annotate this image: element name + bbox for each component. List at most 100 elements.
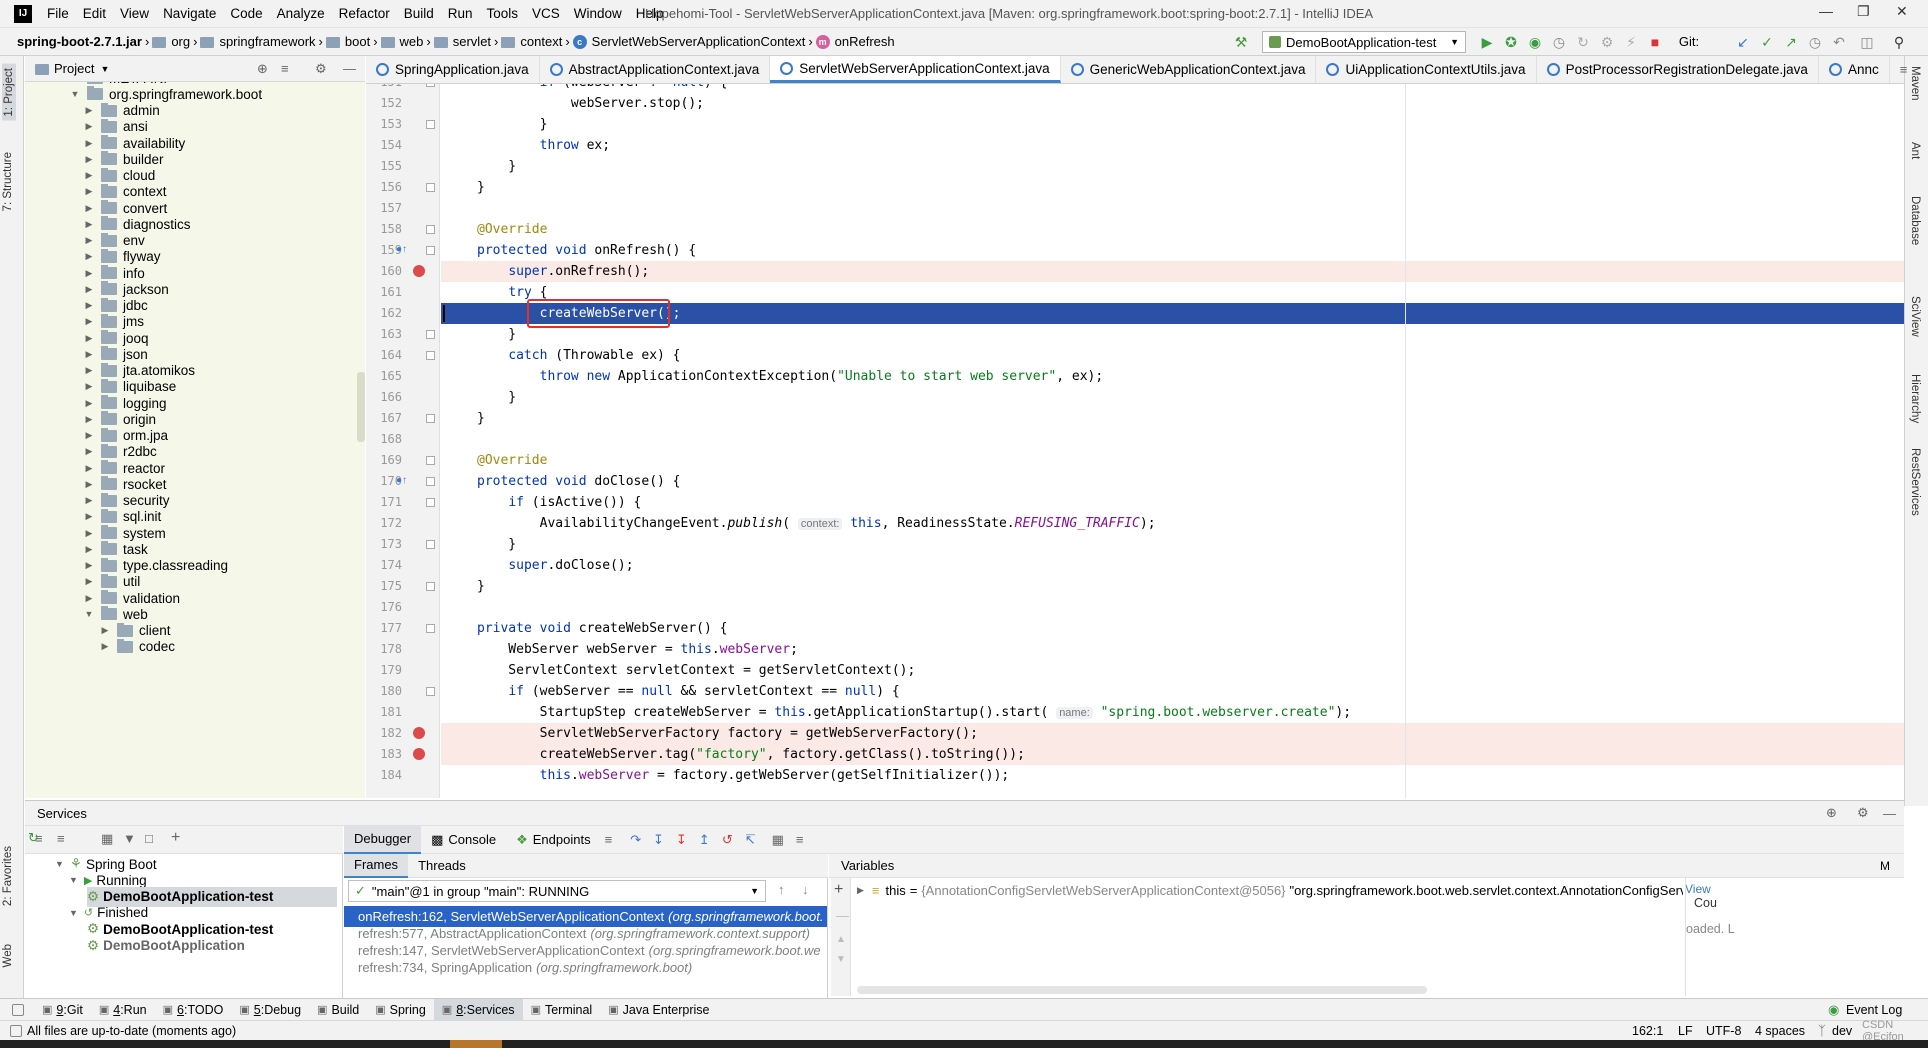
code-line[interactable]: } (441, 114, 1904, 135)
chevron-right-icon[interactable]: ▶ (83, 105, 95, 116)
code-line[interactable]: if (webServer == null && servletContext … (441, 681, 1904, 702)
code-line[interactable]: protected void onRefresh() { (441, 240, 1904, 261)
menu-item-file[interactable]: File (40, 6, 76, 21)
fold-marker-icon[interactable] (426, 414, 435, 423)
gear-icon[interactable]: ⚙ (1857, 805, 1869, 821)
fold-marker-icon[interactable] (426, 330, 435, 339)
chevron-right-icon[interactable]: ▶ (83, 333, 95, 344)
code-line[interactable]: StartupStep createWebServer = this.getAp… (441, 702, 1904, 723)
chevron-right-icon[interactable]: ▶ (83, 170, 95, 181)
editor-tab[interactable]: Annc (1819, 56, 1890, 83)
chevron-right-icon[interactable]: ▶ (83, 544, 95, 555)
fold-marker-icon[interactable] (426, 120, 435, 129)
cursor-position[interactable]: 162:1 (1632, 1024, 1663, 1038)
menu-item-refactor[interactable]: Refactor (332, 6, 397, 21)
breadcrumb-item[interactable]: m onRefresh (813, 34, 898, 49)
code-line[interactable]: if (webServer != null) { (441, 84, 1904, 93)
tab-frames[interactable]: Frames (344, 853, 409, 878)
project-tree-item[interactable]: ▶ codec (99, 637, 175, 657)
event-log-button[interactable]: Event Log (1846, 1003, 1902, 1017)
menu-item-analyze[interactable]: Analyze (270, 6, 332, 21)
git-update-icon[interactable]: ↙ (1734, 33, 1752, 51)
code-line[interactable]: ServletContext servletContext = getServl… (441, 660, 1904, 681)
toggle-tool-windows-icon[interactable] (12, 1003, 24, 1016)
git-push-icon[interactable]: ↗ (1782, 33, 1800, 51)
breadcrumb-item[interactable]: boot (323, 34, 373, 49)
filter-icon[interactable]: ▼ (123, 831, 136, 846)
database-vertical-tab[interactable]: Database (1909, 196, 1921, 245)
profile-icon[interactable]: ◷ (1550, 33, 1568, 51)
group-icon[interactable]: ▦ (101, 831, 113, 847)
chevron-right-icon[interactable]: ▶ (83, 560, 95, 571)
restservices-vertical-tab[interactable]: RestServices (1909, 448, 1921, 516)
code-editor[interactable]: if (webServer != null) { webServer.stop(… (441, 84, 1904, 798)
breadcrumb-item[interactable]: org (149, 34, 193, 49)
code-line[interactable]: throw ex; (441, 135, 1904, 156)
editor-tab[interactable]: SpringApplication.java (366, 56, 540, 83)
chevron-right-icon[interactable]: ▶ (83, 495, 95, 506)
tool-window-services[interactable]: ▣ 8: Services (433, 998, 523, 1021)
indent[interactable]: 4 spaces (1755, 1024, 1805, 1038)
breadcrumb-item[interactable]: servlet (431, 34, 494, 49)
code-line[interactable] (441, 429, 1904, 450)
chevron-right-icon[interactable]: ▶ (83, 251, 95, 262)
tool-window-build[interactable]: ▣ Build (309, 999, 367, 1021)
chevron-down-icon[interactable]: ▼ (69, 89, 81, 99)
status-icon[interactable] (10, 1024, 22, 1037)
force-step-into-icon[interactable]: ↧ (676, 832, 687, 848)
build-hammer-icon[interactable]: ⚒ (1232, 33, 1250, 51)
chevron-right-icon[interactable]: ▶ (83, 398, 95, 409)
menu-item-code[interactable]: Code (223, 6, 269, 21)
editor-tab[interactable]: PostProcessorRegistrationDelegate.java (1537, 56, 1819, 83)
menu-item-run[interactable]: Run (441, 6, 480, 21)
hotswap-icon[interactable]: ⚡ (1622, 33, 1640, 51)
chevron-right-icon[interactable]: ▶ (83, 463, 95, 474)
stop-icon[interactable]: ■ (1646, 33, 1664, 51)
expand-arrow-icon[interactable]: ▶ (857, 885, 864, 896)
chevron-right-icon[interactable]: ▶ (83, 121, 95, 132)
fold-marker-icon[interactable] (426, 456, 435, 465)
chevron-right-icon[interactable]: ▶ (99, 641, 111, 652)
tab-endpoints[interactable]: ❖ Endpoints (506, 826, 600, 854)
services-tree-item[interactable]: ⚙ DemoBootApplication (87, 936, 245, 956)
run-to-cursor-icon[interactable]: ↸ (745, 832, 756, 848)
hierarchy-vertical-tab[interactable]: Hierarchy (1909, 374, 1921, 423)
code-line[interactable]: webServer.stop(); (441, 93, 1904, 114)
code-line[interactable]: @Override (441, 450, 1904, 471)
git-commit-icon[interactable]: ✓ (1758, 33, 1776, 51)
code-line[interactable]: super.doClose(); (441, 555, 1904, 576)
code-line[interactable]: } (441, 387, 1904, 408)
code-line[interactable]: createWebServer.tag("factory", factory.g… (441, 744, 1904, 765)
project-vertical-tab[interactable]: 1: Project (2, 64, 16, 121)
down-icon[interactable]: ▼ (836, 954, 846, 965)
drop-frame-icon[interactable]: ↺ (722, 832, 733, 848)
tool-window-spring[interactable]: ▣ Spring (367, 999, 434, 1021)
chevron-right-icon[interactable]: ▶ (83, 219, 95, 230)
code-line[interactable]: if (isActive()) { (441, 492, 1904, 513)
sciview-vertical-tab[interactable]: SciView (1909, 296, 1921, 337)
debug-icon[interactable]: ✪ (1502, 33, 1520, 51)
arrow-up-icon[interactable]: ↑ (778, 882, 785, 897)
settings-icon[interactable]: ◫ (1858, 33, 1876, 51)
tree-scrollbar[interactable] (357, 372, 365, 442)
encoding[interactable]: UTF-8 (1706, 1024, 1741, 1038)
maximize-icon[interactable]: ❐ (1857, 3, 1870, 20)
chevron-down-icon[interactable]: ▼ (69, 908, 78, 918)
editor-tab[interactable]: GenericWebApplicationContext.java (1061, 56, 1317, 83)
code-line[interactable]: protected void doClose() { (441, 471, 1904, 492)
menu-item-window[interactable]: Window (567, 6, 629, 21)
horizontal-scrollbar[interactable] (857, 986, 1427, 994)
menu-item-edit[interactable]: Edit (76, 6, 113, 21)
chevron-down-icon[interactable]: ▼ (100, 64, 109, 74)
breakpoint-icon[interactable] (413, 265, 425, 277)
code-line[interactable]: } (441, 534, 1904, 555)
code-line[interactable]: super.onRefresh(); (441, 261, 1904, 282)
chevron-right-icon[interactable]: ▶ (83, 593, 95, 604)
breadcrumb-item[interactable]: context (498, 34, 565, 49)
chevron-right-icon[interactable]: ▶ (83, 365, 95, 376)
chevron-right-icon[interactable]: ▶ (83, 381, 95, 392)
step-into-icon[interactable]: ↧ (653, 832, 664, 848)
code-line[interactable]: WebServer webServer = this.webServer; (441, 639, 1904, 660)
code-line[interactable]: } (441, 324, 1904, 345)
chevron-right-icon[interactable]: ▶ (83, 349, 95, 360)
